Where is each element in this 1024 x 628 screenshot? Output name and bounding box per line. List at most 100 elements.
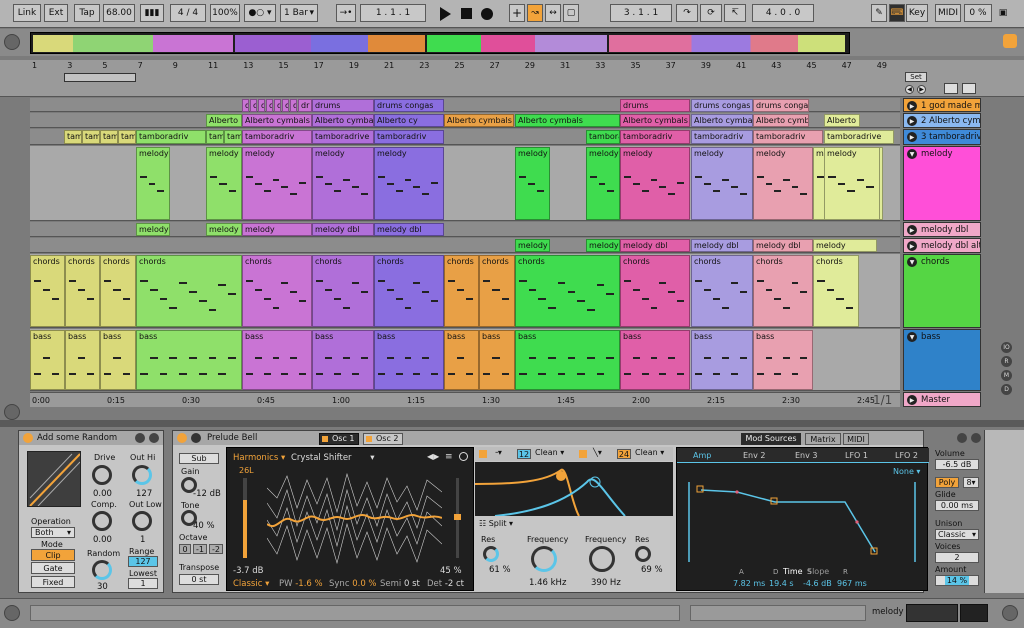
drive-knob[interactable] (92, 465, 112, 485)
clip-row1[interactable]: drums congas (753, 99, 809, 112)
comp-value[interactable]: 0.00 (93, 535, 112, 545)
clip-melody[interactable]: melody (374, 147, 444, 220)
osc-level-value[interactable]: -3.7 dB (233, 566, 264, 576)
track-fold-icon[interactable]: ▼ (907, 149, 917, 159)
track-header-melody[interactable]: ▼ melody (903, 146, 981, 221)
clip-chords[interactable]: chords (242, 255, 312, 327)
clip-dbl[interactable]: melody dbl (374, 223, 444, 236)
clip-row3[interactable]: tambora (586, 130, 620, 144)
track-fold-icon[interactable]: ▼ (907, 257, 917, 267)
song-overview[interactable] (30, 32, 850, 54)
res1-knob[interactable] (483, 546, 499, 562)
clip-row3[interactable]: tamboradriv (620, 130, 690, 144)
res2-knob[interactable] (635, 546, 651, 562)
tab-lfo2[interactable]: LFO 2 (895, 451, 918, 460)
tab-amp[interactable]: Amp (693, 451, 711, 460)
clip-mode-button[interactable]: Clip (31, 549, 75, 561)
automation-arm-icon[interactable]: ↝ (527, 4, 543, 22)
clip-row3[interactable]: tam (224, 130, 242, 144)
clip-bass[interactable]: bass (753, 330, 813, 390)
midi-map-button[interactable]: MIDI (935, 4, 961, 22)
clip-chords[interactable]: chords (444, 255, 479, 327)
out-low-knob[interactable] (132, 511, 152, 531)
punch-out-icon[interactable]: ↸ (724, 4, 746, 22)
clip-dblalt[interactable]: melody d (515, 239, 550, 252)
clip-melody[interactable]: melody (312, 147, 374, 220)
clip-bass[interactable]: bass (312, 330, 374, 390)
clip-dbl[interactable]: melody dbl (312, 223, 374, 236)
clip-dbl[interactable]: melody d (206, 223, 242, 236)
clip-melody[interactable]: melody (242, 147, 312, 220)
clip-row3[interactable]: tam (118, 130, 136, 144)
sync-control[interactable]: Sync 0.0 % (329, 579, 377, 589)
res1-value[interactable]: 61 % (489, 565, 511, 575)
track-fold-icon[interactable]: ▶ (907, 241, 917, 251)
clip-bass[interactable]: bass (444, 330, 479, 390)
expand-icon[interactable] (944, 83, 958, 94)
out-hi-value[interactable]: 127 (136, 489, 152, 499)
clip-bass[interactable]: bass (136, 330, 242, 390)
track-header-melody-dbl[interactable]: ▶ melody dbl (903, 222, 981, 237)
clip-row2[interactable]: Alberto cymbals (620, 114, 690, 127)
clip-chords[interactable]: chords (65, 255, 100, 327)
octave-0-button[interactable]: 0 (179, 544, 191, 554)
tab-mod-sources[interactable]: Mod Sources (741, 433, 801, 445)
clip-chords[interactable]: chords (312, 255, 374, 327)
wavetable-list-icon[interactable]: ≡ (445, 452, 453, 462)
clip-row2[interactable]: Alberto c (824, 114, 860, 127)
clip-bass[interactable]: bass (515, 330, 620, 390)
mixer-toggle-icon[interactable]: M (1001, 370, 1012, 381)
device-thumbnail[interactable] (906, 604, 958, 622)
freq2-knob[interactable] (589, 546, 615, 572)
next-locator-icon[interactable]: ▶ (917, 85, 926, 94)
detail-toggle-icon[interactable] (4, 605, 20, 621)
track-fold-icon[interactable]: ▼ (907, 332, 917, 342)
stop-icon[interactable] (461, 8, 472, 19)
track-header-melody-dbl-alt[interactable]: ▶ melody dbl alt (903, 238, 981, 253)
clip-melody[interactable]: melody (515, 147, 550, 220)
clip-melody[interactable]: melody (586, 147, 620, 220)
loop-start-field[interactable]: 3 . 1 . 1 (610, 4, 672, 22)
clip-row3[interactable]: tam (100, 130, 118, 144)
clip-row3[interactable]: tamboradriv (691, 130, 753, 144)
draw-mode-icon[interactable]: ✎ (871, 4, 887, 22)
clip-row1[interactable]: drums congas 1 (691, 99, 753, 112)
clip-row1[interactable]: d (290, 99, 297, 112)
wavetable-nav-icon[interactable]: ◀▶ (427, 452, 439, 461)
device-thumbnail[interactable] (960, 604, 988, 622)
out-hi-knob[interactable] (132, 465, 152, 485)
browser-toggle-icon[interactable] (1003, 34, 1017, 48)
freq1-knob[interactable] (531, 546, 557, 572)
tap-tempo-button[interactable]: Tap (74, 4, 100, 22)
track-fold-icon[interactable]: ▶ (907, 101, 917, 111)
filter2-circuit-dropdown[interactable]: Clean ▾ (635, 448, 664, 457)
clip-dblalt[interactable]: melody dbl (753, 239, 813, 252)
clip-melody[interactable]: melody (753, 147, 813, 220)
clip-chords[interactable]: chords (620, 255, 690, 327)
track-header-god-made[interactable]: ▶ 1 god made m (903, 98, 981, 112)
env-loop-dropdown[interactable]: None ▾ (893, 467, 920, 476)
device-close-icon[interactable] (971, 433, 981, 443)
fixed-mode-button[interactable]: Fixed (31, 576, 75, 588)
overview-toggle-icon[interactable] (4, 34, 20, 50)
decay-value[interactable]: 19.4 s (769, 579, 794, 588)
device-power-icon[interactable] (177, 433, 187, 443)
clip-row1[interactable]: drums (312, 99, 374, 112)
unison-dropdown[interactable]: Classic ▾ (935, 529, 979, 540)
clip-chords[interactable]: chords (136, 255, 242, 327)
clip-row3[interactable]: tam (82, 130, 100, 144)
clip-melody[interactable]: melody (620, 147, 690, 220)
gain-value[interactable]: -12 dB (193, 489, 221, 499)
quantize-dropdown[interactable]: 1 Bar ▾ (280, 4, 318, 22)
clip-row3[interactable]: tamboradriv (753, 130, 823, 144)
tone-value[interactable]: 40 % (193, 521, 215, 531)
comp-knob[interactable] (92, 511, 112, 531)
clip-chords[interactable]: chords (30, 255, 65, 327)
filter1-circuit-dropdown[interactable]: Clean ▾ (535, 448, 564, 457)
clip-row1[interactable]: drums (620, 99, 690, 112)
range-field[interactable]: 127 (128, 556, 158, 567)
clip-chords[interactable]: chords (813, 255, 859, 327)
attack-value[interactable]: 7.82 ms (733, 579, 765, 588)
device-power-icon[interactable] (23, 433, 33, 443)
position-slider[interactable] (454, 478, 461, 558)
